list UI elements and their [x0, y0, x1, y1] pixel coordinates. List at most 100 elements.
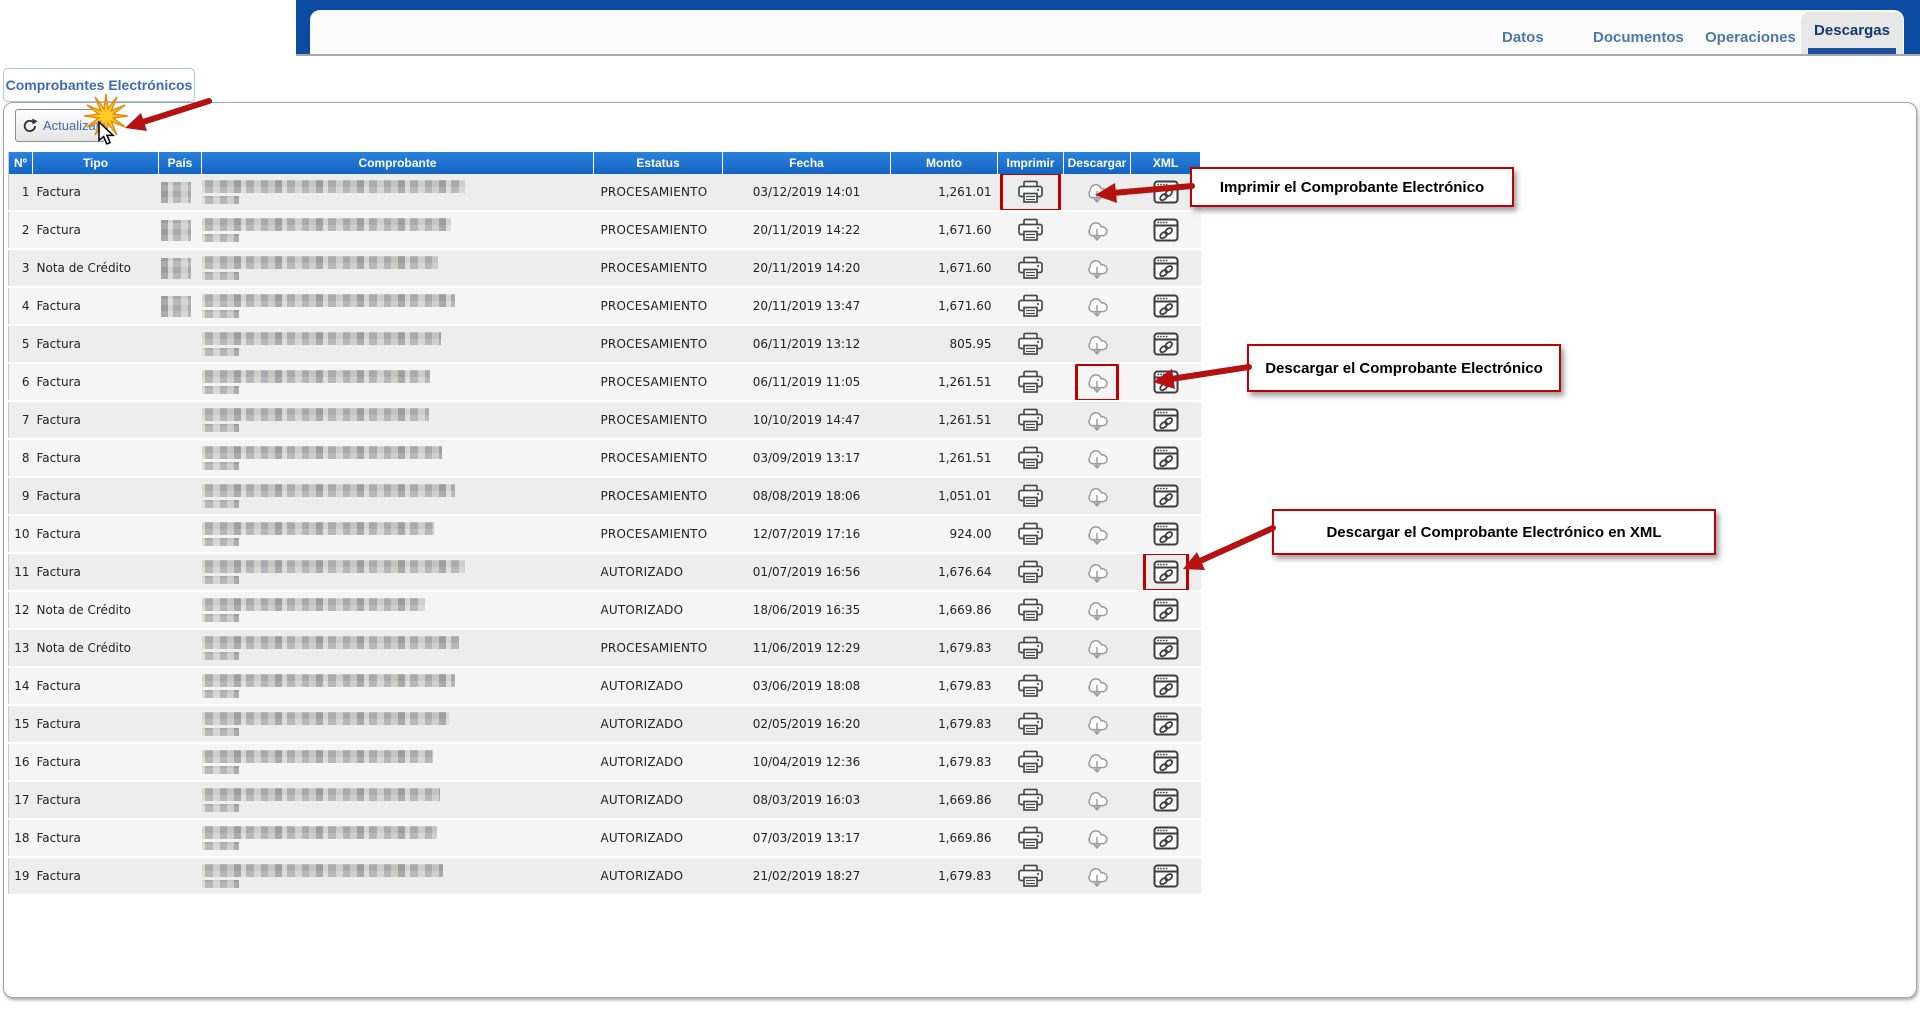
cell-monto: 1,671.60 [891, 249, 998, 287]
xml-window-icon[interactable] [1153, 446, 1179, 470]
nav-link-operaciones[interactable]: Operaciones [1705, 29, 1796, 46]
printer-icon[interactable] [1017, 218, 1044, 242]
nav-link-datos[interactable]: Datos [1502, 29, 1544, 46]
cell-comprobante [202, 174, 594, 211]
redacted-comprobante [202, 180, 465, 193]
table-row: 5Factura PROCESAMIENTO06/11/2019 13:1280… [9, 325, 1201, 363]
cell-pais [159, 591, 202, 629]
cloud-download-icon[interactable] [1083, 865, 1111, 888]
cell-pais [159, 553, 202, 591]
xml-window-icon[interactable] [1153, 370, 1179, 394]
printer-icon[interactable] [1017, 256, 1044, 280]
cell-fecha: 03/06/2019 18:08 [723, 667, 891, 705]
cloud-download-icon[interactable] [1083, 751, 1111, 774]
printer-icon[interactable] [1017, 826, 1044, 850]
xml-window-icon[interactable] [1153, 636, 1179, 660]
cell-estatus: PROCESAMIENTO [594, 439, 723, 477]
printer-icon[interactable] [1017, 750, 1044, 774]
xml-window-icon[interactable] [1153, 598, 1179, 622]
actualizar-button[interactable]: Actualizar [15, 109, 105, 142]
tab-comprobantes-electronicos[interactable]: Comprobantes Electrónicos [3, 68, 195, 102]
cell-descargar [1064, 211, 1131, 249]
cloud-download-icon[interactable] [1083, 295, 1111, 318]
cloud-download-icon[interactable] [1083, 713, 1111, 736]
printer-icon[interactable] [1017, 598, 1044, 622]
cell-fecha: 08/08/2019 18:06 [723, 477, 891, 515]
printer-icon[interactable] [1017, 788, 1044, 812]
cloud-download-icon[interactable] [1083, 219, 1111, 242]
xml-window-icon[interactable] [1153, 218, 1179, 242]
xml-window-icon[interactable] [1153, 332, 1179, 356]
cloud-download-icon[interactable] [1083, 447, 1111, 470]
xml-window-icon[interactable] [1153, 750, 1179, 774]
printer-icon[interactable] [1017, 484, 1044, 508]
redacted-comprobante [202, 294, 455, 307]
redacted-comprobante [202, 446, 442, 459]
xml-window-icon[interactable] [1153, 560, 1179, 584]
cell-tipo: Nota de Crédito [33, 629, 159, 667]
cell-imprimir [998, 211, 1064, 249]
xml-window-icon[interactable] [1153, 256, 1179, 280]
cloud-download-icon[interactable] [1083, 257, 1111, 280]
cell-imprimir [998, 363, 1064, 401]
redacted-pais [161, 182, 191, 203]
cell-tipo: Factura [33, 743, 159, 781]
cell-numero: 13 [9, 629, 33, 667]
xml-window-icon[interactable] [1153, 864, 1179, 888]
xml-window-icon[interactable] [1153, 180, 1179, 204]
cell-descargar [1064, 819, 1131, 857]
cell-estatus: PROCESAMIENTO [594, 249, 723, 287]
cloud-download-icon[interactable] [1083, 675, 1111, 698]
cell-comprobante [202, 629, 594, 667]
xml-window-icon[interactable] [1153, 522, 1179, 546]
cell-pais [159, 439, 202, 477]
printer-icon[interactable] [1017, 294, 1044, 318]
printer-icon[interactable] [1017, 408, 1044, 432]
xml-window-icon[interactable] [1153, 788, 1179, 812]
printer-icon[interactable] [1017, 560, 1044, 584]
cell-monto: 1,261.51 [891, 363, 998, 401]
printer-icon[interactable] [1017, 370, 1044, 394]
printer-icon[interactable] [1017, 674, 1044, 698]
nav-bottom-divider [296, 54, 1920, 56]
cloud-download-icon[interactable] [1083, 371, 1111, 394]
cell-descargar [1064, 629, 1131, 667]
cloud-download-icon[interactable] [1083, 827, 1111, 850]
printer-icon[interactable] [1017, 864, 1044, 888]
nav-link-documentos[interactable]: Documentos [1593, 29, 1684, 46]
cell-tipo: Factura [33, 857, 159, 895]
xml-window-icon[interactable] [1153, 484, 1179, 508]
cloud-download-icon[interactable] [1083, 789, 1111, 812]
cell-descargar [1064, 287, 1131, 325]
cloud-download-icon[interactable] [1083, 181, 1111, 204]
cell-pais [159, 857, 202, 895]
xml-window-icon[interactable] [1153, 674, 1179, 698]
cell-comprobante [202, 287, 594, 325]
cloud-download-icon[interactable] [1083, 561, 1111, 584]
xml-window-icon[interactable] [1153, 712, 1179, 736]
cloud-download-icon[interactable] [1083, 599, 1111, 622]
xml-window-icon[interactable] [1153, 408, 1179, 432]
cloud-download-icon[interactable] [1083, 485, 1111, 508]
cell-monto: 1,669.86 [891, 781, 998, 819]
xml-window-icon[interactable] [1153, 294, 1179, 318]
printer-icon[interactable] [1017, 180, 1044, 204]
redacted-comprobante-line2 [202, 614, 239, 622]
col-header-0: Nº [9, 152, 33, 174]
cell-pais [159, 705, 202, 743]
cloud-download-icon[interactable] [1083, 409, 1111, 432]
cloud-download-icon[interactable] [1083, 637, 1111, 660]
cell-monto: 1,669.86 [891, 819, 998, 857]
nav-tab-descargas-label: Descargas [1814, 22, 1890, 39]
printer-icon[interactable] [1017, 522, 1044, 546]
printer-icon[interactable] [1017, 446, 1044, 470]
printer-icon[interactable] [1017, 332, 1044, 356]
callout-descargar-xml: Descargar el Comprobante Electrónico en … [1272, 509, 1716, 555]
cell-fecha: 06/11/2019 13:12 [723, 325, 891, 363]
cloud-download-icon[interactable] [1083, 523, 1111, 546]
cloud-download-icon[interactable] [1083, 333, 1111, 356]
nav-tab-descargas-active[interactable]: Descargas [1801, 12, 1903, 54]
printer-icon[interactable] [1017, 712, 1044, 736]
xml-window-icon[interactable] [1153, 826, 1179, 850]
printer-icon[interactable] [1017, 636, 1044, 660]
